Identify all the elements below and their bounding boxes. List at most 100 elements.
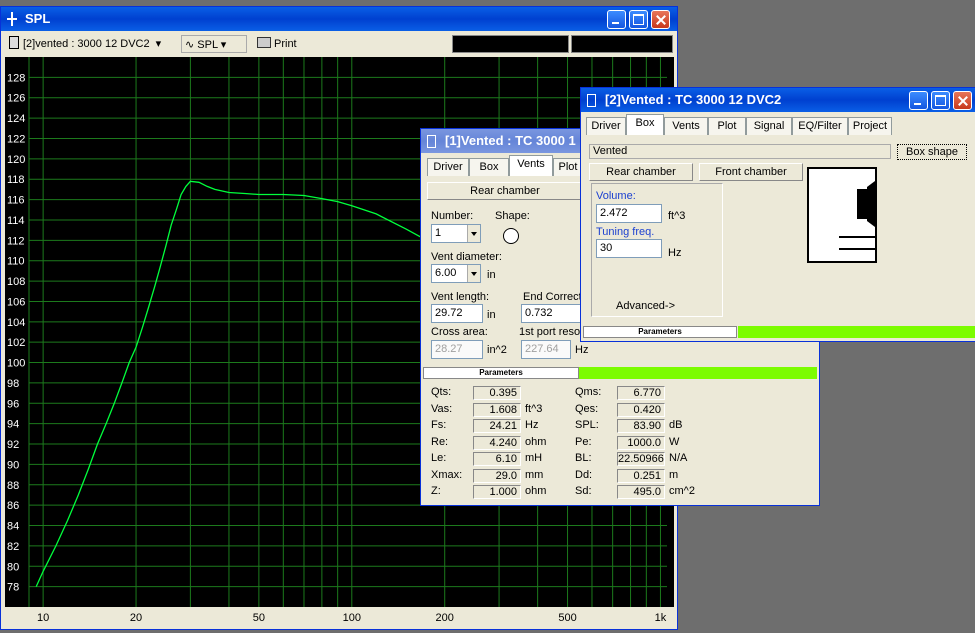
w2-tab-vents[interactable]: Vents — [664, 117, 708, 135]
w2-tab-driver[interactable]: Driver — [586, 117, 626, 135]
y-tick-label: 100 — [7, 358, 25, 370]
w1-tab-box[interactable]: Box — [469, 158, 509, 176]
param-name: Vas: — [431, 402, 453, 415]
minimize-icon — [910, 92, 927, 109]
w2-minimize-button[interactable] — [909, 91, 928, 110]
w2-tab-project[interactable]: Project — [848, 117, 892, 135]
param-name: Fs: — [431, 419, 447, 431]
vent-diameter-dropdown-icon[interactable] — [467, 265, 480, 282]
w1-title: [1]Vented : TC 3000 1 — [445, 133, 576, 148]
spl-title-bar[interactable]: SPL — [1, 7, 677, 31]
vent-length-input[interactable]: 29.72 — [431, 304, 483, 323]
y-tick-label: 128 — [7, 72, 25, 84]
y-tick-label: 96 — [7, 398, 19, 410]
box-shape-button[interactable]: Box shape — [897, 144, 967, 160]
w1-rear-chamber-button[interactable]: Rear chamber — [427, 182, 583, 200]
chevron-down-icon: ▾ — [220, 39, 227, 51]
param-name: Qts: — [431, 386, 452, 398]
w2-parameters-header[interactable]: Parameters — [583, 326, 737, 338]
param-unit: Hz — [525, 419, 539, 431]
readout-box-2 — [571, 35, 673, 53]
vent-diameter-unit: in — [487, 269, 496, 281]
y-tick-label: 98 — [7, 378, 19, 390]
param-unit: ohm — [525, 435, 547, 448]
param-name: Qms: — [575, 386, 602, 398]
y-tick-label: 86 — [7, 500, 19, 512]
param-value: 22.50966 — [617, 452, 665, 466]
spl-title: SPL — [25, 11, 51, 26]
minimize-icon — [608, 11, 625, 28]
param-value: 1.000 — [473, 485, 521, 499]
param-name: Le: — [431, 452, 447, 464]
chamber-panel: Volume: 2.472 ft^3 Tuning freq. 30 Hz Ad… — [591, 183, 723, 317]
param-name: Z: — [431, 485, 441, 497]
w2-app-icon — [587, 94, 596, 107]
spl-toolbar: [2]vented : 3000 12 DVC2 ▾ ∿ SPL ▾ Print — [5, 33, 673, 55]
print-button[interactable]: Print — [257, 35, 307, 53]
y-tick-label: 102 — [7, 337, 25, 349]
vent-length-label: Vent length: — [431, 291, 490, 303]
w1-tab-vents[interactable]: Vents — [509, 155, 553, 176]
w1-tab-driver[interactable]: Driver — [427, 158, 469, 176]
w2-maximize-button[interactable] — [931, 91, 950, 110]
w2-tab-eqfilter[interactable]: EQ/Filter — [792, 117, 848, 135]
maximize-icon — [630, 11, 647, 28]
w1-tab-plot[interactable]: Plot — [553, 158, 583, 176]
document-icon — [9, 36, 19, 49]
y-tick-label: 92 — [7, 439, 19, 451]
param-value: 0.251 — [617, 468, 665, 483]
y-tick-label: 116 — [7, 195, 25, 207]
w1-parameters-header[interactable]: Parameters — [423, 367, 579, 379]
param-name: Qes: — [575, 402, 599, 415]
volume-unit: ft^3 — [668, 210, 686, 222]
port-reso-label: 1st port resor — [519, 326, 584, 338]
mode-select[interactable]: ∿ SPL ▾ — [181, 35, 247, 53]
tuning-input[interactable]: 30 — [596, 239, 662, 258]
param-value: 6.10 — [473, 452, 521, 466]
port-reso-value: 227.64 — [521, 340, 571, 359]
w2-close-button[interactable] — [953, 91, 972, 110]
y-tick-label: 78 — [7, 582, 19, 594]
param-name: Pe: — [575, 435, 592, 448]
y-tick-label: 122 — [7, 133, 25, 145]
w2-tab-strip: Driver Box Vents Plot Signal EQ/Filter Project — [586, 114, 896, 136]
printer-icon — [257, 37, 271, 48]
box-type-field[interactable]: Vented — [589, 144, 891, 159]
spl-close-button[interactable] — [651, 10, 670, 29]
w2-rear-chamber-button[interactable]: Rear chamber — [589, 163, 693, 181]
param-unit: dB — [669, 419, 683, 431]
param-name: Xmax: — [431, 468, 463, 481]
circle-shape-icon[interactable] — [503, 228, 519, 244]
x-tick-label: 500 — [558, 612, 576, 624]
driver-select[interactable]: [2]vented : 3000 12 DVC2 ▾ — [9, 35, 177, 53]
vent-length-unit: in — [487, 309, 496, 321]
tuning-label: Tuning freq. — [596, 226, 655, 238]
end-correct-input[interactable]: 0.732 — [521, 304, 581, 323]
x-tick-label: 20 — [130, 612, 142, 624]
w1-parameters-table: Qts: 0.395 Vas: 1.608 ft^3 Fs: 24.21 Hz Re: 4.240… — [425, 385, 817, 503]
end-correct-label: End Correct — [523, 291, 582, 303]
advanced-button[interactable]: Advanced-> — [616, 300, 675, 312]
speaker-box-icon — [807, 167, 877, 263]
readout-box-1 — [452, 35, 569, 53]
x-tick-label: 1k — [655, 612, 667, 624]
spl-maximize-button[interactable] — [629, 10, 648, 29]
w2-front-chamber-button[interactable]: Front chamber — [699, 163, 803, 181]
shape-label: Shape: — [495, 210, 530, 222]
param-unit: ft^3 — [525, 402, 543, 415]
spl-minimize-button[interactable] — [607, 10, 626, 29]
wave-icon: ∿ — [185, 39, 195, 51]
param-value: 24.21 — [473, 419, 521, 433]
param-name: Sd: — [575, 485, 592, 497]
w2-tab-box[interactable]: Box — [626, 114, 664, 135]
w2-tab-plot[interactable]: Plot — [708, 117, 746, 135]
param-name: BL: — [575, 452, 592, 464]
cross-area-label: Cross area: — [431, 326, 488, 338]
w2-title-bar[interactable]: [2]Vented : TC 3000 12 DVC2 — [581, 88, 975, 112]
volume-input[interactable]: 2.472 — [596, 204, 662, 223]
y-tick-label: 126 — [7, 93, 25, 105]
param-unit: W — [669, 435, 680, 448]
number-dropdown-icon[interactable] — [467, 225, 480, 242]
tuning-unit: Hz — [668, 247, 682, 259]
w2-tab-signal[interactable]: Signal — [746, 117, 792, 135]
